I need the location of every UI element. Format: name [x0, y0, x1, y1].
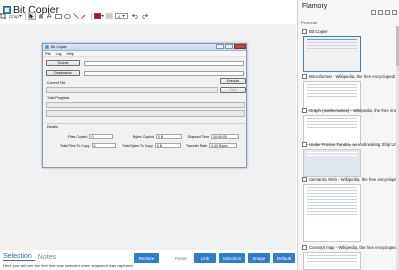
size-value: 4: [117, 13, 120, 19]
snapshot-thumbnail: [303, 149, 361, 177]
snapshot-icon: [302, 108, 307, 113]
snapshot-thumbnail: [303, 252, 361, 270]
list-view-icon[interactable]: [385, 10, 390, 15]
snapshot-thumbnail: [303, 115, 361, 145]
snapshot-icon: [302, 245, 307, 250]
snapshot-icon: [302, 177, 307, 182]
snapshot-thumbnail: [303, 81, 361, 111]
details-label: Details: [47, 125, 58, 129]
transfer-rate-label: Transfer Rate: [186, 143, 208, 148]
sidebar-title: Flamory: [302, 3, 328, 10]
source-row: Source: [46, 60, 244, 66]
snapshot-icon: [302, 29, 307, 34]
total-files-row: Total Files To Copy 0: [60, 143, 116, 148]
text-tool-button[interactable]: A: [46, 12, 53, 20]
search-icon[interactable]: [371, 10, 376, 15]
pointer-tool-button[interactable]: [27, 12, 36, 20]
total-files-label: Total Files To Copy: [60, 143, 90, 148]
total-files-value: 0: [91, 143, 116, 148]
paste-selection-button[interactable]: Selection: [219, 253, 245, 263]
crop-label[interactable]: Crop: [9, 14, 19, 19]
paste-image-button[interactable]: Image: [248, 253, 270, 263]
stop-button[interactable]: Stop: [220, 87, 246, 93]
elapsed-time-value: 00:00:00: [211, 134, 240, 139]
window-title: Bit Copier: [51, 45, 67, 49]
size-select[interactable]: 4: [114, 13, 128, 19]
snapshot-icon: [302, 142, 307, 147]
selection-text: Here you will see the text that was sele…: [3, 263, 134, 268]
elapsed-time-row: Elapsed Time 00:00:00: [188, 134, 240, 139]
menu-log[interactable]: Log: [56, 52, 62, 56]
list-item-title: Concept map - Wikipedia, the free encycl…: [309, 245, 397, 250]
tab-notes[interactable]: Notes: [38, 254, 59, 261]
current-file-progress: [46, 87, 218, 93]
marker-tool-button[interactable]: [80, 12, 87, 20]
total-progress-secondary-bar: [46, 110, 245, 117]
toolbar-divider: [90, 12, 92, 20]
destination-row: Destination: [46, 70, 244, 76]
window-app-icon: [45, 45, 49, 49]
destination-button[interactable]: Destination: [46, 70, 80, 76]
snapshot-thumbnail: [303, 36, 361, 72]
captured-window: Bit Copier File Log Help Source Destinat…: [42, 43, 247, 168]
total-bytes-value: 0 B: [154, 143, 181, 148]
current-file-label: Current File: [47, 81, 66, 85]
crop-icon[interactable]: [0, 12, 6, 20]
toolbar: Crop A 4: [0, 10, 296, 22]
minimize-button[interactable]: [216, 44, 224, 49]
source-button[interactable]: Source: [46, 60, 80, 66]
files-copied-row: Files Copied 0: [68, 134, 114, 139]
elapsed-time-label: Elapsed Time: [188, 134, 210, 139]
total-bytes-row: Total Bytes To Copy 0 B: [122, 143, 181, 148]
redo-icon[interactable]: [141, 12, 148, 20]
toolbar-divider: [24, 12, 26, 20]
grid-view-icon[interactable]: [378, 10, 383, 15]
paste-default-button[interactable]: Default: [273, 253, 295, 263]
hand-tool-button[interactable]: [38, 12, 44, 20]
paste-label: Paste:: [175, 256, 188, 261]
snapshot-thumbnail: [303, 184, 361, 242]
menu-help[interactable]: Help: [66, 52, 73, 56]
restore-button[interactable]: Restore: [134, 253, 159, 263]
destination-field[interactable]: [84, 70, 244, 76]
chevron-down-icon[interactable]: [19, 13, 23, 19]
close-button[interactable]: [234, 44, 246, 49]
maximize-button[interactable]: [225, 44, 233, 49]
transfer-rate-value: 0.00 B/sec: [209, 143, 238, 148]
bytes-copied-row: Bytes Copied 0 B: [133, 134, 182, 139]
execute-button[interactable]: Execute: [220, 78, 246, 84]
bytes-copied-label: Bytes Copied: [133, 134, 154, 139]
paste-link-button[interactable]: Link: [194, 253, 216, 263]
list-item-title: Microformat - Wikipedia, the free encycl…: [309, 74, 395, 79]
source-field[interactable]: [84, 60, 244, 66]
line-tool-button[interactable]: [73, 12, 79, 20]
list-item-title: Bit Copier: [309, 29, 328, 34]
transfer-rate-row: Transfer Rate 0.00 B/sec: [186, 143, 238, 148]
settings-icon[interactable]: [392, 10, 397, 15]
snapshot-icon: [302, 74, 307, 79]
details-group: Details Files Copied 0 Total Files To Co…: [46, 123, 245, 163]
sidebar-section-label: Personal: [301, 20, 317, 25]
files-copied-value: 0: [89, 134, 114, 139]
list-item-title: Graph (mathematics) - Wikipedia, the fre…: [309, 108, 397, 113]
ellipse-tool-button[interactable]: [63, 12, 71, 20]
color-picker-button[interactable]: [93, 13, 101, 19]
list-item-title: Semantic Web - Wikipedia, the free encyc…: [309, 177, 397, 182]
files-copied-label: Files Copied: [68, 134, 88, 139]
flamory-sidebar: Flamory Personal Bit Copier Microformat …: [297, 0, 399, 270]
menu-file[interactable]: File: [45, 52, 51, 56]
total-bytes-label: Total Bytes To Copy: [122, 143, 153, 148]
total-progress-bar: [46, 102, 245, 108]
list-item-title: Under Frozen Tundra, an Icebreaking Ship…: [309, 142, 397, 147]
window-titlebar: Bit Copier: [43, 44, 246, 51]
bottom-tabs: Selection Notes: [0, 251, 130, 261]
sidebar-toolbar: [369, 10, 397, 15]
bytes-copied-value: 0 B: [155, 134, 182, 139]
undo-icon[interactable]: [132, 12, 139, 20]
total-progress-label: Total Progress: [47, 96, 70, 100]
rectangle-tool-button[interactable]: [54, 12, 62, 20]
window-menubar: File Log Help: [43, 51, 246, 57]
line-width-icon[interactable]: [105, 12, 113, 20]
tab-selection[interactable]: Selection: [3, 253, 35, 261]
